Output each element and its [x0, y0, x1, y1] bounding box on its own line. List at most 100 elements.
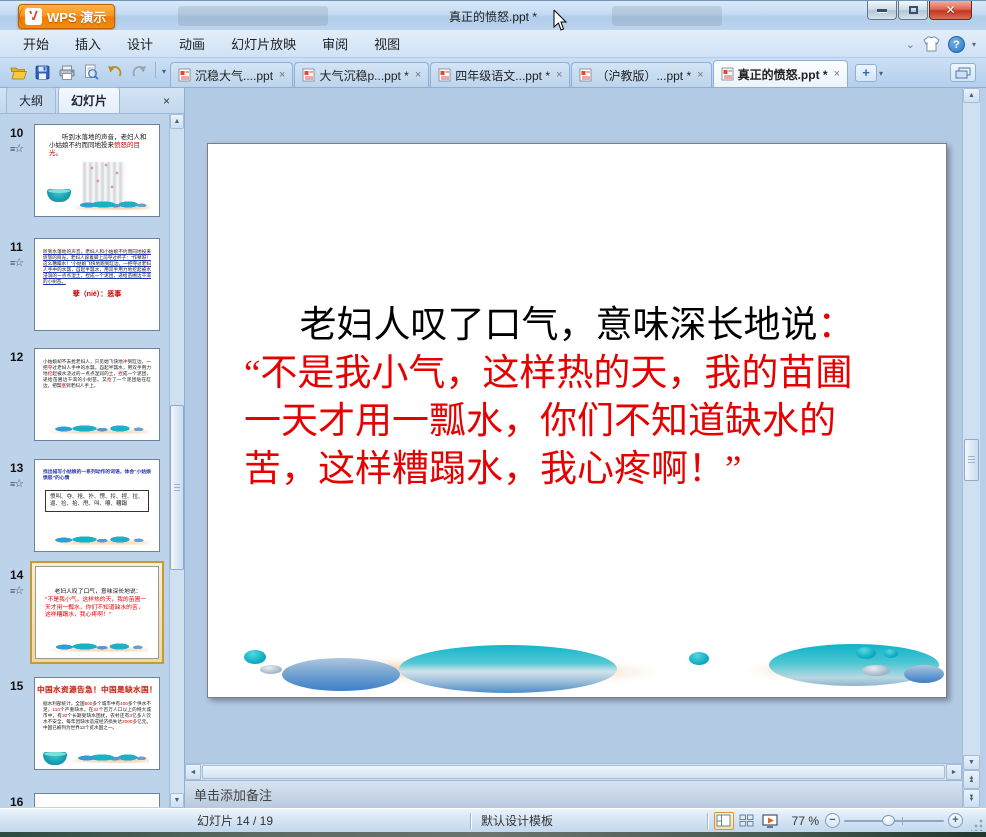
slide-panel: 大纲 幻灯片 × 10 ≡☆ 听到水落地的声音，老妇人和小姑娘不约而同地投来愤怒… — [0, 87, 185, 808]
close-icon: ✕ — [945, 3, 956, 17]
ppt-file-icon — [178, 68, 191, 82]
tab-close-icon[interactable]: × — [554, 69, 562, 81]
slide-thumbnail-12[interactable]: 12 小姑娘却不去抢老妇人，只见她飞快地冲到缸边，一把夺过老妇人手中的水瓢，舀起… — [0, 348, 169, 443]
horizontal-scroll-track[interactable] — [202, 765, 945, 779]
transition-star-icon: ≡☆ — [10, 478, 24, 490]
slide-thumbnail-15[interactable]: 15 中国水资源告急！中国是缺水国！ 据水利部统计，全国600多个城市中有400… — [0, 677, 169, 772]
vertical-scrollbar[interactable]: ▲ ▼ ▲ ▲ ▼ ▼ — [962, 88, 980, 808]
help-icon[interactable]: ? — [947, 35, 965, 53]
panel-close-icon[interactable]: × — [163, 94, 170, 108]
ppt-file-icon — [438, 68, 451, 82]
tab-slides[interactable]: 幻灯片 — [58, 87, 121, 113]
tab-label: （沪教版）...ppt * — [596, 68, 692, 83]
thumb-red-note: 孽（niè）：恶事 — [72, 291, 122, 298]
notes-pane[interactable]: 单击添加备注 — [185, 780, 962, 808]
slide-number: 16 — [10, 795, 24, 808]
slide-number: 10 — [10, 126, 24, 140]
menu-design[interactable]: 设计 — [114, 30, 166, 57]
normal-view-button[interactable] — [713, 811, 734, 830]
scroll-left-icon[interactable]: ◄ — [185, 764, 201, 780]
scroll-down-icon[interactable]: ▼ — [170, 793, 184, 808]
ppt-file-icon — [721, 67, 734, 81]
new-tab-button[interactable]: + — [855, 64, 878, 82]
zoom-slider[interactable] — [844, 813, 944, 828]
print-icon[interactable] — [56, 62, 77, 83]
water-droplets-image[interactable] — [208, 632, 948, 693]
panel-scroll-track[interactable] — [170, 129, 184, 793]
slide-thumbnail-16[interactable]: 16 — [0, 793, 169, 808]
next-slide-button[interactable]: ▼ ▼ — [963, 789, 980, 808]
thumb-text: 听到水落地的声音，老妇人和小姑娘不约而同地投来愤怒的目光。老妇人跺着脚上前夺过杯… — [43, 249, 151, 284]
print-preview-icon[interactable] — [80, 62, 101, 83]
document-tab[interactable]: 沉稳大气....ppt × — [170, 62, 294, 87]
tab-close-icon[interactable]: × — [413, 69, 421, 81]
document-tab-active[interactable]: 真正的愤怒.ppt * × — [712, 60, 849, 87]
toolbar-options-icon[interactable]: ▾ — [162, 67, 166, 78]
slide-thumbnail-13[interactable]: 13 ≡☆ 找出描写小姑娘的一系列动作的词语，体会“小姑娘愤怒”的心情 愤叫、夺… — [0, 459, 169, 554]
scroll-right-icon[interactable]: ► — [946, 764, 962, 780]
arrange-windows-button[interactable] — [950, 63, 976, 82]
thumb-text: 小姑娘却不去抢老妇人，只见她飞快地冲到缸边，一把夺过老妇人手中的水瓢，舀起半瓢水… — [43, 359, 151, 388]
save-icon[interactable] — [32, 62, 53, 83]
slide-text-box[interactable]: 老妇人叹了口气，意味深长地说： “不是我小气，这样热的天，我的苗圃 一天才用一瓢… — [208, 302, 946, 494]
undo-icon[interactable] — [104, 62, 125, 83]
document-tab[interactable]: 四年级语文...ppt * × — [430, 62, 571, 87]
new-tab-dropdown-icon[interactable]: ▾ — [879, 69, 883, 78]
tab-close-icon[interactable]: × — [277, 69, 285, 81]
resize-grip[interactable] — [971, 818, 983, 831]
menu-view[interactable]: 视图 — [361, 30, 413, 57]
slide-thumbnail-14-selected[interactable]: 14 ≡☆ 老妇人叹了口气，意味深长地说： “不是我小气，这样热的天，我的苗圃一… — [0, 561, 169, 671]
scroll-up-icon[interactable]: ▲ — [963, 88, 980, 103]
slide-thumbnail-10[interactable]: 10 ≡☆ 听到水落地的声音，老妇人和小姑娘不约而同地投来愤怒的目光。 — [0, 124, 169, 219]
menu-animation[interactable]: 动画 — [166, 30, 218, 57]
minimize-button[interactable] — [867, 1, 897, 20]
slide-thumbnail-11[interactable]: 11 ≡☆ 听到水落地的声音，老妇人和小姑娘不约而同地投来愤怒的目光。老妇人跺着… — [0, 238, 169, 333]
thumbnail-list: 10 ≡☆ 听到水落地的声音，老妇人和小姑娘不约而同地投来愤怒的目光。 11 ≡… — [0, 114, 169, 808]
open-file-icon[interactable] — [8, 62, 29, 83]
droplets-graphic — [45, 423, 149, 434]
zoom-out-button[interactable]: − — [825, 813, 840, 828]
transition-star-icon: ≡☆ — [10, 257, 24, 269]
zoom-slider-handle[interactable] — [882, 815, 895, 826]
window-title: 真正的愤怒.ppt * — [448, 10, 538, 24]
background-graphic — [83, 162, 125, 204]
panel-scroll-thumb[interactable] — [170, 405, 184, 570]
current-slide[interactable]: 老妇人叹了口气，意味深长地说： “不是我小气，这样热的天，我的苗圃 一天才用一瓢… — [207, 143, 947, 698]
thumb-title: 中国水资源告急！中国是缺水国！ — [37, 685, 157, 694]
title-bar[interactable]: V WPS 演示 ▼ 真正的愤怒.ppt * ✕ — [0, 0, 986, 30]
document-tab[interactable]: 大气沉稳p...ppt * × — [294, 62, 430, 87]
redo-icon[interactable] — [128, 62, 149, 83]
previous-slide-button[interactable]: ▲ ▲ — [963, 770, 980, 789]
collapse-ribbon-icon[interactable]: ⌄ — [906, 38, 915, 51]
tab-close-icon[interactable]: × — [695, 69, 703, 81]
template-name: 默认设计模板 — [481, 814, 554, 828]
menu-insert[interactable]: 插入 — [62, 30, 114, 57]
zoom-in-button[interactable]: + — [948, 813, 963, 828]
close-button[interactable]: ✕ — [929, 1, 972, 20]
selected-thumbnail-frame: 老妇人叹了口气，意味深长地说： “不是我小气，这样热的天，我的苗圃一天才用一瓢水… — [30, 561, 164, 664]
menu-slideshow[interactable]: 幻灯片放映 — [218, 30, 309, 57]
document-tab[interactable]: （沪教版）...ppt * × — [571, 62, 712, 87]
help-dropdown-icon[interactable]: ▾ — [972, 40, 976, 49]
menu-review[interactable]: 审阅 — [309, 30, 361, 57]
transition-star-icon: ≡☆ — [10, 585, 24, 597]
panel-scrollbar[interactable]: ▲ ▼ — [169, 114, 184, 808]
restore-button[interactable] — [898, 1, 928, 20]
slideshow-button[interactable] — [760, 812, 780, 830]
ppt-file-icon — [302, 68, 315, 82]
slide-sorter-view-button[interactable] — [737, 812, 757, 830]
slide-red-line: “不是我小气，这样热的天，我的苗圃 — [244, 353, 853, 394]
thumb-text: 据水利部统计，全国600多个城市中有400多个供水不足，110个严重缺水。在32… — [43, 701, 151, 730]
transition-star-icon: ≡☆ — [10, 143, 24, 155]
scroll-down-icon[interactable]: ▼ — [963, 755, 980, 770]
skin-theme-icon[interactable] — [922, 36, 941, 53]
menu-home[interactable]: 开始 — [10, 30, 62, 57]
vertical-scroll-track[interactable] — [963, 103, 980, 755]
horizontal-scrollbar[interactable]: ◄ ► — [185, 763, 962, 780]
slide-canvas[interactable]: 老妇人叹了口气，意味深长地说： “不是我小气，这样热的天，我的苗圃 一天才用一瓢… — [185, 88, 962, 763]
droplet — [282, 658, 400, 691]
scroll-up-icon[interactable]: ▲ — [170, 114, 184, 129]
tab-outline[interactable]: 大纲 — [6, 87, 57, 113]
vertical-scroll-thumb[interactable] — [964, 439, 979, 481]
tab-close-icon[interactable]: × — [832, 68, 840, 80]
